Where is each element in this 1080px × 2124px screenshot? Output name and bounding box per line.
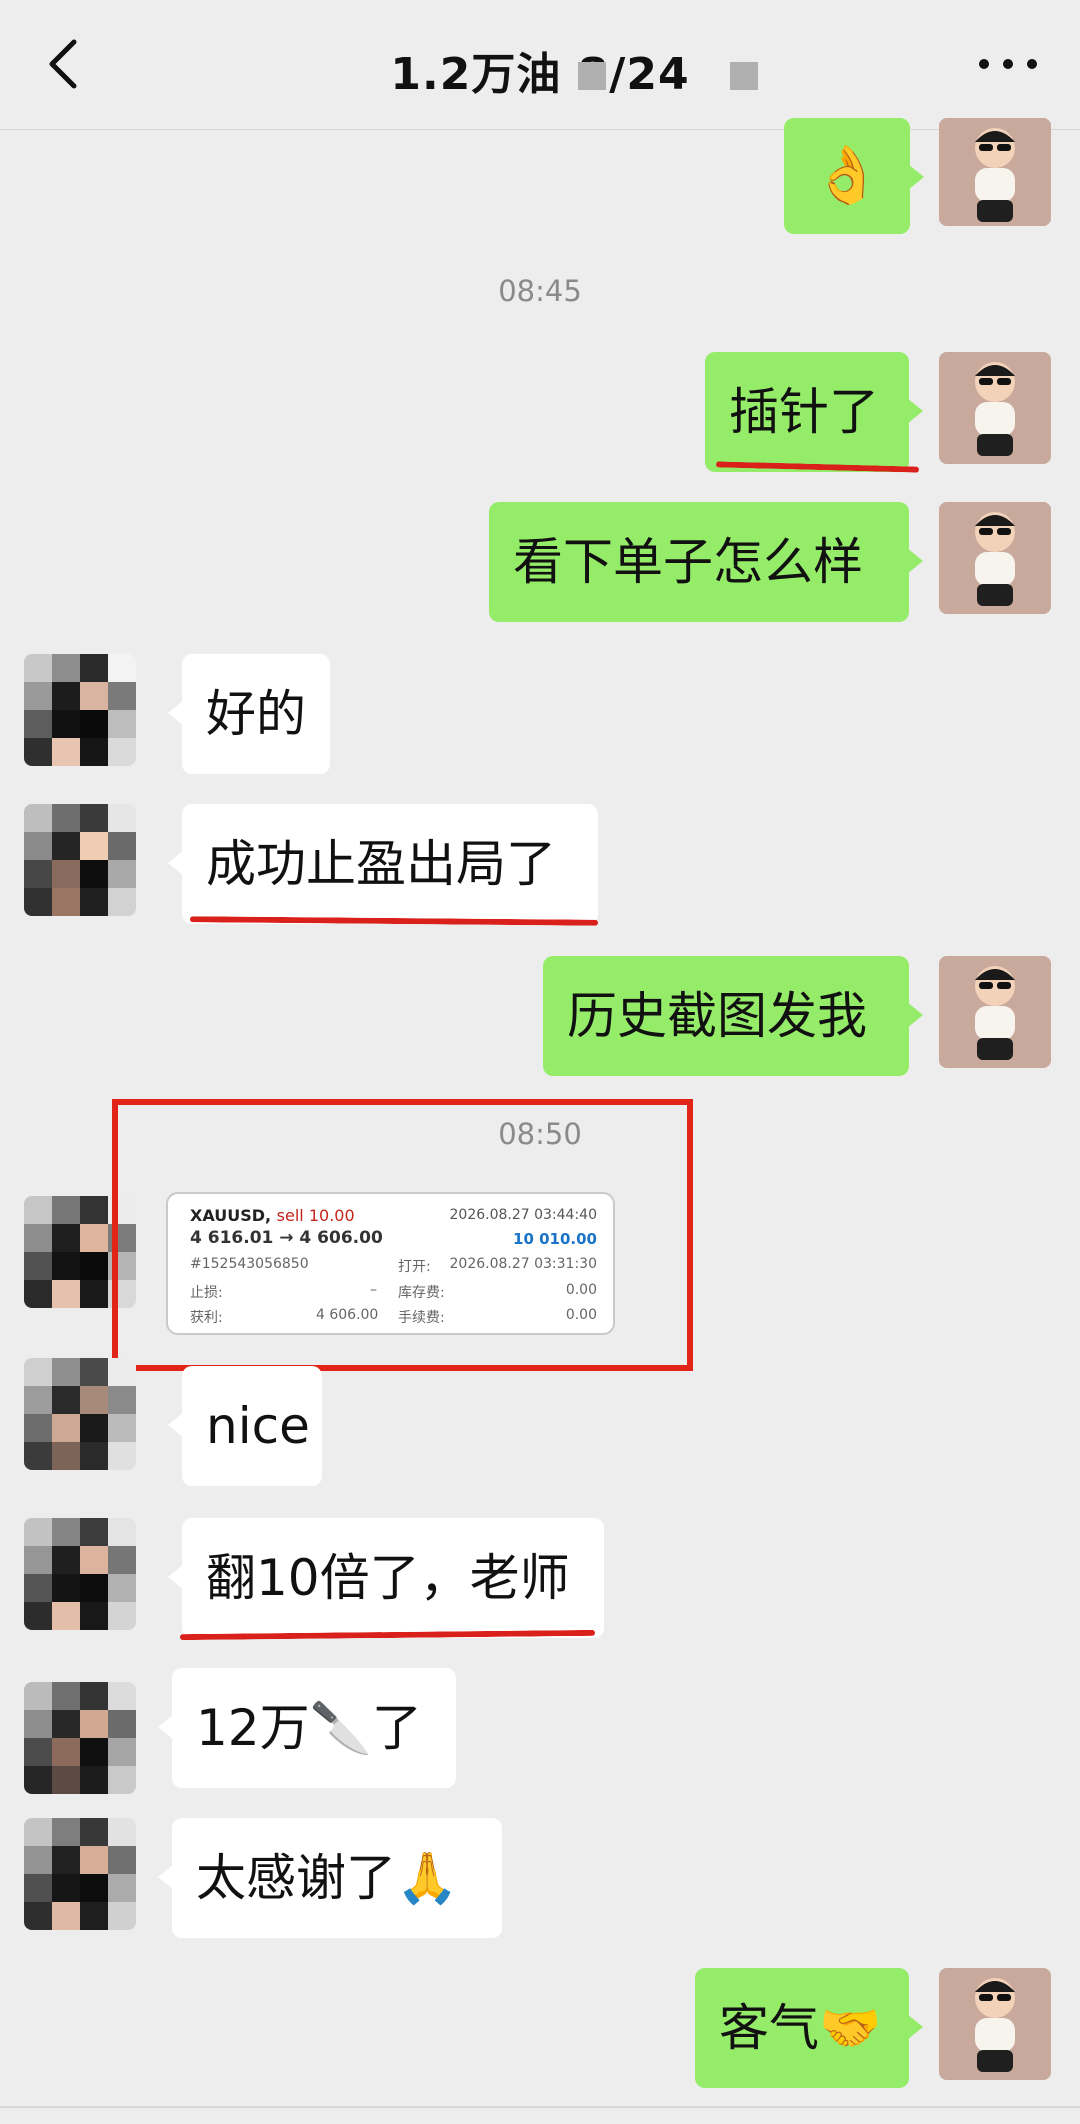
- contact-avatar-pixelated[interactable]: [24, 1518, 136, 1630]
- red-box-annotation: [112, 1099, 693, 1371]
- my-avatar[interactable]: [939, 118, 1051, 226]
- title-redaction-mark: [730, 62, 758, 90]
- contact-avatar-pixelated[interactable]: [24, 654, 136, 766]
- contact-avatar-pixelated[interactable]: [24, 1358, 136, 1470]
- message-bubble-outgoing[interactable]: 插针了: [705, 352, 923, 472]
- message-bubble-outgoing[interactable]: 历史截图发我: [543, 956, 923, 1076]
- input-area-divider: [0, 2106, 1080, 2108]
- message-bubble-incoming[interactable]: 12万🔪了: [158, 1668, 456, 1788]
- contact-avatar-pixelated[interactable]: [24, 804, 136, 916]
- contact-avatar-pixelated[interactable]: [24, 1682, 136, 1794]
- my-avatar[interactable]: [939, 352, 1051, 464]
- message-bubble-outgoing[interactable]: 👌: [784, 118, 924, 234]
- chat-title: 1.2万油 8/24: [390, 49, 690, 100]
- message-bubble-outgoing[interactable]: 客气🤝: [695, 1968, 923, 2088]
- my-avatar[interactable]: [939, 956, 1051, 1068]
- my-avatar[interactable]: [939, 502, 1051, 614]
- message-bubble-incoming[interactable]: 太感谢了🙏: [158, 1818, 502, 1938]
- message-bubble-incoming[interactable]: 翻10倍了，老师: [168, 1518, 604, 1638]
- message-bubble-incoming[interactable]: 成功止盈出局了: [168, 804, 598, 924]
- title-redaction-mark: [578, 62, 606, 90]
- timestamp: 08:45: [498, 274, 582, 308]
- more-options-icon[interactable]: [976, 44, 1040, 84]
- contact-avatar-pixelated[interactable]: [24, 1818, 136, 1930]
- my-avatar[interactable]: [939, 1968, 1051, 2080]
- message-bubble-incoming[interactable]: 好的: [168, 654, 330, 774]
- message-bubble-incoming[interactable]: nice: [168, 1366, 322, 1486]
- message-bubble-outgoing[interactable]: 看下单子怎么样: [489, 502, 923, 622]
- chat-header: 1.2万油 8/24: [0, 0, 1080, 130]
